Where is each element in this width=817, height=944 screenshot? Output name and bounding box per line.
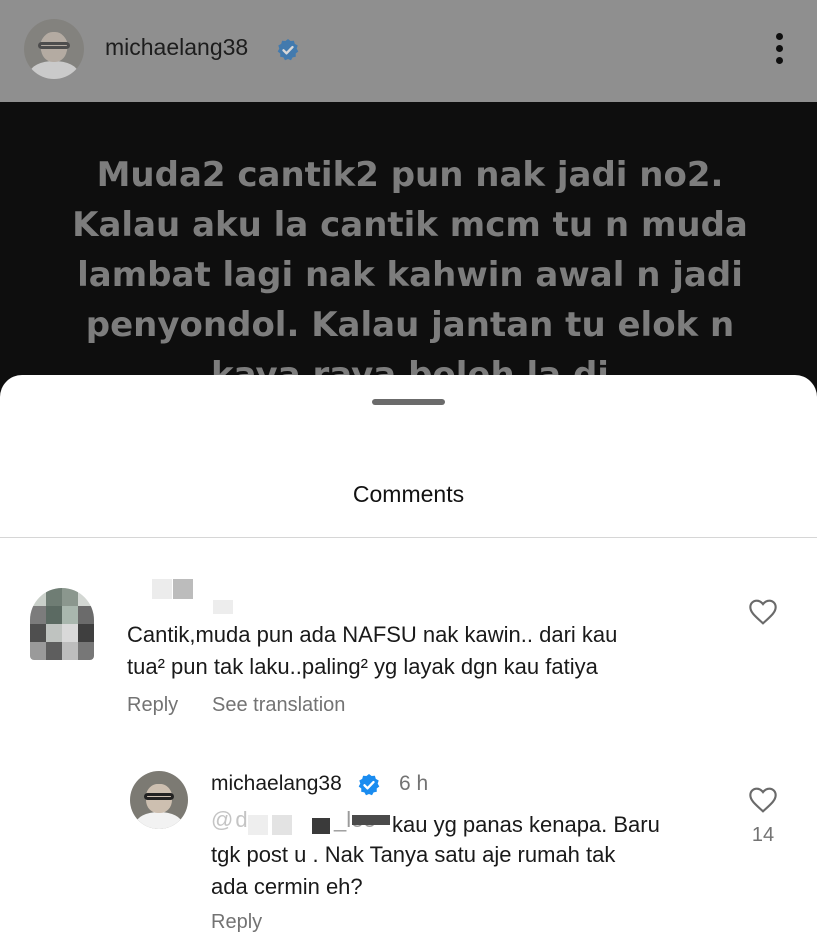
reply-author-username[interactable]: michaelang38 [211, 772, 342, 796]
post-image: Muda2 cantik2 pun nak jadi no2. Kalau ak… [0, 102, 817, 402]
more-vertical-icon[interactable] [770, 33, 788, 67]
redacted-avatar[interactable] [30, 588, 94, 660]
verified-badge-icon [277, 39, 299, 61]
sheet-title: Comments [352, 481, 465, 507]
comment-text: Cantik,muda pun ada NAFSU nak kawin.. da… [127, 619, 617, 683]
post-author-avatar[interactable] [24, 19, 84, 79]
verified-badge-icon [358, 774, 380, 796]
post-text-line: Kalau aku la cantik mcm tu n muda [72, 205, 748, 245]
post-text-line: lambat lagi nak kahwin awal n jadi [77, 255, 743, 295]
see-translation-button[interactable]: See translation [212, 694, 345, 717]
post-author-username[interactable]: michaelang38 [105, 34, 248, 61]
reply-author-avatar[interactable] [130, 771, 188, 829]
comment-line: Cantik,muda pun ada NAFSU nak kawin.. da… [127, 622, 618, 647]
reply-button[interactable]: Reply [211, 911, 262, 934]
sheet-drag-handle[interactable] [372, 399, 445, 405]
reply-line: ada cermin eh? [211, 874, 363, 899]
post-header: michaelang38 [0, 0, 817, 102]
heart-icon[interactable] [747, 784, 779, 816]
post-text-line: penyondol. Kalau jantan tu elok n [85, 305, 735, 345]
reply-button[interactable]: Reply [127, 694, 178, 717]
divider [0, 537, 817, 538]
comments-sheet: Comments Cantik,muda pun ada NAFSU nak k… [0, 375, 817, 944]
heart-icon[interactable] [747, 596, 779, 628]
reply-text-first: kau yg panas kenapa. Baru [392, 812, 660, 837]
reply-timestamp: 6 h [399, 772, 429, 795]
like-count: 14 [751, 824, 775, 846]
reply-text: tgk post u . Nak Tanya satu aje rumah ta… [211, 839, 615, 903]
comment-line: tua² pun tak laku..paling² yg layak dgn … [127, 654, 598, 679]
post-image-text: Muda2 cantik2 pun nak jadi no2. Kalau ak… [60, 150, 760, 402]
post-text-line: Muda2 cantik2 pun nak jadi no2. [96, 155, 724, 195]
reply-line: tgk post u . Nak Tanya satu aje rumah ta… [211, 842, 616, 867]
